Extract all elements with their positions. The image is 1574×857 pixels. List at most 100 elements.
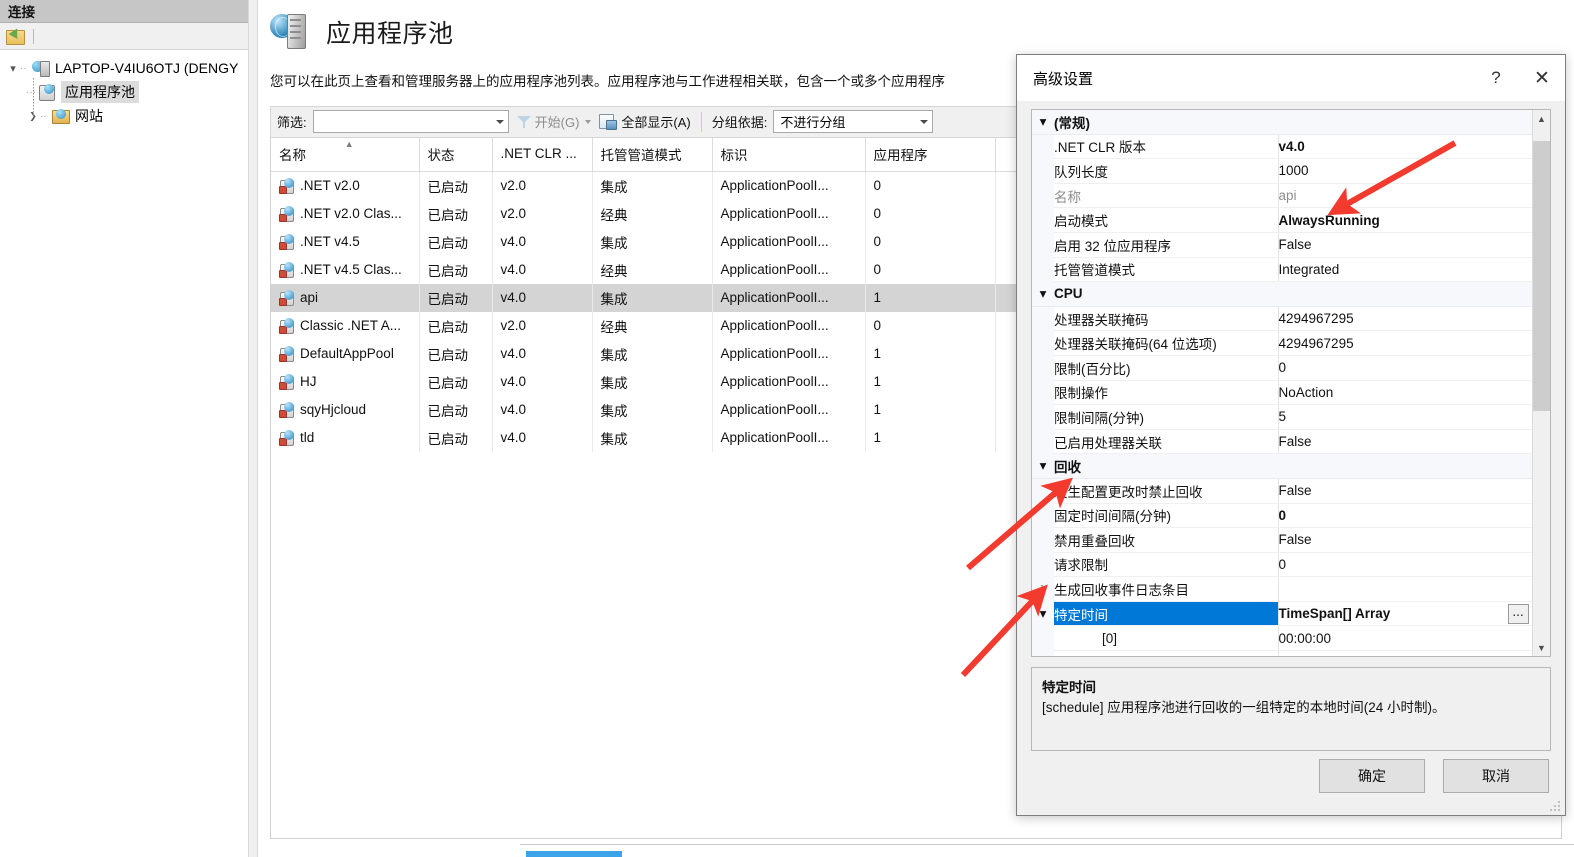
chevron-down-icon[interactable] (585, 119, 592, 124)
property-value[interactable]: Integrated (1278, 257, 1532, 283)
property-value[interactable] (1278, 576, 1532, 602)
property-value[interactable]: 1000 (1278, 158, 1532, 184)
property-row[interactable]: 队列长度 1000 (1032, 158, 1532, 184)
property-value[interactable]: False (1278, 232, 1532, 258)
property-value[interactable]: 5 (1278, 404, 1532, 430)
column-header-pipeline[interactable]: 托管管道模式 (592, 137, 713, 172)
property-row[interactable]: 处理器关联掩码(64 位选项) 4294967295 (1032, 330, 1532, 356)
help-icon[interactable]: ? (1473, 55, 1519, 101)
tree-item-sites[interactable]: ·· 网站 (0, 104, 248, 128)
property-row[interactable]: 启动模式 AlwaysRunning (1032, 207, 1532, 233)
property-value[interactable]: 00:00:00 (1278, 625, 1532, 652)
group-by-select[interactable]: 不进行分组 (773, 110, 934, 134)
chevron-down-icon[interactable] (495, 119, 504, 124)
property-expander-spacer (1032, 429, 1054, 454)
property-value[interactable]: 0 (1278, 552, 1532, 578)
cell-state: 已启动 (419, 423, 493, 452)
property-value[interactable]: TimeSpan[] Array... (1278, 601, 1532, 627)
dialog-title-bar[interactable]: 高级设置 ? ✕ (1017, 55, 1565, 101)
cell-text: .NET v2.0 Clas... (300, 206, 402, 222)
property-grid-scrollbar[interactable]: ▲ ▼ (1532, 110, 1550, 656)
property-value[interactable]: 0 (1278, 503, 1532, 529)
property-value[interactable]: v4.0 (1278, 134, 1532, 160)
property-row[interactable]: ▾ 特定时间 TimeSpan[] Array... (1032, 601, 1532, 627)
property-row[interactable]: [1]12:00:00 (1032, 650, 1532, 656)
tree-item-app-pools[interactable]: ··· 应用程序池 (0, 80, 248, 104)
feature-view-tab[interactable] (526, 851, 622, 857)
close-icon[interactable]: ✕ (1519, 55, 1565, 101)
property-value[interactable]: 0 (1278, 355, 1532, 381)
property-row[interactable]: 托管管道模式 Integrated (1032, 257, 1532, 283)
description-text: [schedule] 应用程序池进行回收的一组特定的本地时间(24 小时制)。 (1042, 700, 1446, 715)
app-pool-icon (279, 262, 295, 279)
property-value[interactable]: 12:00:00 (1278, 650, 1532, 656)
property-name: 处理器关联掩码 (1054, 306, 1279, 332)
chevron-down-icon[interactable]: ▾ (1032, 281, 1054, 307)
column-header-state[interactable]: 状态 (419, 137, 493, 172)
cell-clr: v4.0 (492, 395, 593, 424)
chevron-down-icon[interactable]: ▾ (1032, 110, 1054, 135)
property-row[interactable]: 名称 api (1032, 183, 1532, 209)
tree-item-server[interactable]: ·· LAPTOP-V4IU6OTJ (DENGY (0, 56, 248, 80)
column-header-clr[interactable]: .NET CLR ... (492, 137, 593, 172)
property-row[interactable]: 限制操作 NoAction (1032, 380, 1532, 406)
column-header-label: .NET CLR ... (500, 146, 577, 162)
scroll-down-icon[interactable]: ▼ (1533, 639, 1550, 656)
property-value[interactable]: False (1278, 429, 1532, 455)
scrollbar-thumb[interactable] (1533, 141, 1550, 411)
property-row[interactable]: 限制间隔(分钟) 5 (1032, 404, 1532, 430)
chevron-down-icon[interactable] (6, 62, 20, 75)
property-value[interactable]: False (1278, 478, 1532, 504)
property-row[interactable]: 固定时间间隔(分钟) 0 (1032, 503, 1532, 529)
chevron-down-icon[interactable]: ▾ (1032, 601, 1054, 626)
property-row[interactable]: 禁用重叠回收 False (1032, 527, 1532, 553)
property-row[interactable]: 处理器关联掩码 4294967295 (1032, 306, 1532, 332)
property-row[interactable]: [0] 00:00:00 (1032, 625, 1532, 652)
cell-pipeline: 集成 (592, 423, 713, 452)
property-row[interactable]: 已启用处理器关联 False (1032, 429, 1532, 455)
open-folder-icon[interactable] (6, 26, 25, 45)
column-header-identity[interactable]: 标识 (712, 137, 866, 172)
property-row[interactable]: ❯ 生成回收事件日志条目 (1032, 576, 1532, 602)
property-value[interactable]: 4294967295 (1278, 306, 1532, 332)
chevron-down-icon[interactable] (920, 119, 929, 124)
property-category-row[interactable]: ▾ (常规) (1032, 110, 1532, 135)
property-name: 发生配置更改时禁止回收 (1054, 478, 1279, 504)
property-expander-spacer (1032, 404, 1054, 430)
cell-identity: ApplicationPoolI... (712, 171, 866, 200)
ok-button[interactable]: 确定 (1319, 759, 1425, 793)
cell-state: 已启动 (419, 395, 493, 424)
column-header-name[interactable]: ▲ 名称 (271, 137, 420, 172)
property-editor-button[interactable]: ... (1508, 603, 1529, 624)
scrollbar-track[interactable] (1533, 127, 1550, 639)
property-row[interactable]: 请求限制 0 (1032, 552, 1532, 578)
chevron-down-icon[interactable]: ▾ (1032, 453, 1054, 479)
property-row[interactable]: 启用 32 位应用程序 False (1032, 232, 1532, 258)
property-value[interactable]: NoAction (1278, 380, 1532, 406)
resize-grip[interactable] (1550, 801, 1561, 812)
app-pool-icon (279, 374, 295, 391)
property-row[interactable]: .NET CLR 版本 v4.0 (1032, 134, 1532, 160)
cell-clr: v2.0 (492, 199, 593, 228)
filter-input[interactable] (312, 110, 509, 134)
property-value[interactable]: AlwaysRunning (1278, 207, 1532, 233)
chevron-right-icon[interactable]: ❯ (1032, 576, 1054, 602)
property-category-row[interactable]: ▾ 回收 (1032, 453, 1532, 479)
cancel-button[interactable]: 取消 (1443, 759, 1549, 793)
dialog-title: 高级设置 (1033, 70, 1094, 88)
property-category-row[interactable]: ▾ CPU (1032, 281, 1532, 307)
cell-name: .NET v4.5 Clas... (271, 255, 420, 284)
connections-tree: ·· LAPTOP-V4IU6OTJ (DENGY ··· 应用程序池 ·· 网… (0, 50, 248, 128)
property-category-label: 回收 (1054, 453, 1532, 479)
show-all-button[interactable]: 全部显示(A) (599, 112, 691, 131)
property-row[interactable]: 限制(百分比) 0 (1032, 355, 1532, 381)
property-value[interactable]: False (1278, 527, 1532, 553)
property-row[interactable]: 发生配置更改时禁止回收 False (1032, 478, 1532, 504)
property-value[interactable]: api (1278, 183, 1532, 209)
cell-identity: ApplicationPoolI... (712, 255, 866, 284)
pane-splitter[interactable] (248, 0, 258, 857)
go-button[interactable]: 开始(G) (515, 112, 594, 131)
column-header-apps[interactable]: 应用程序 (865, 137, 996, 172)
scroll-up-icon[interactable]: ▲ (1533, 110, 1550, 127)
property-value[interactable]: 4294967295 (1278, 330, 1532, 356)
